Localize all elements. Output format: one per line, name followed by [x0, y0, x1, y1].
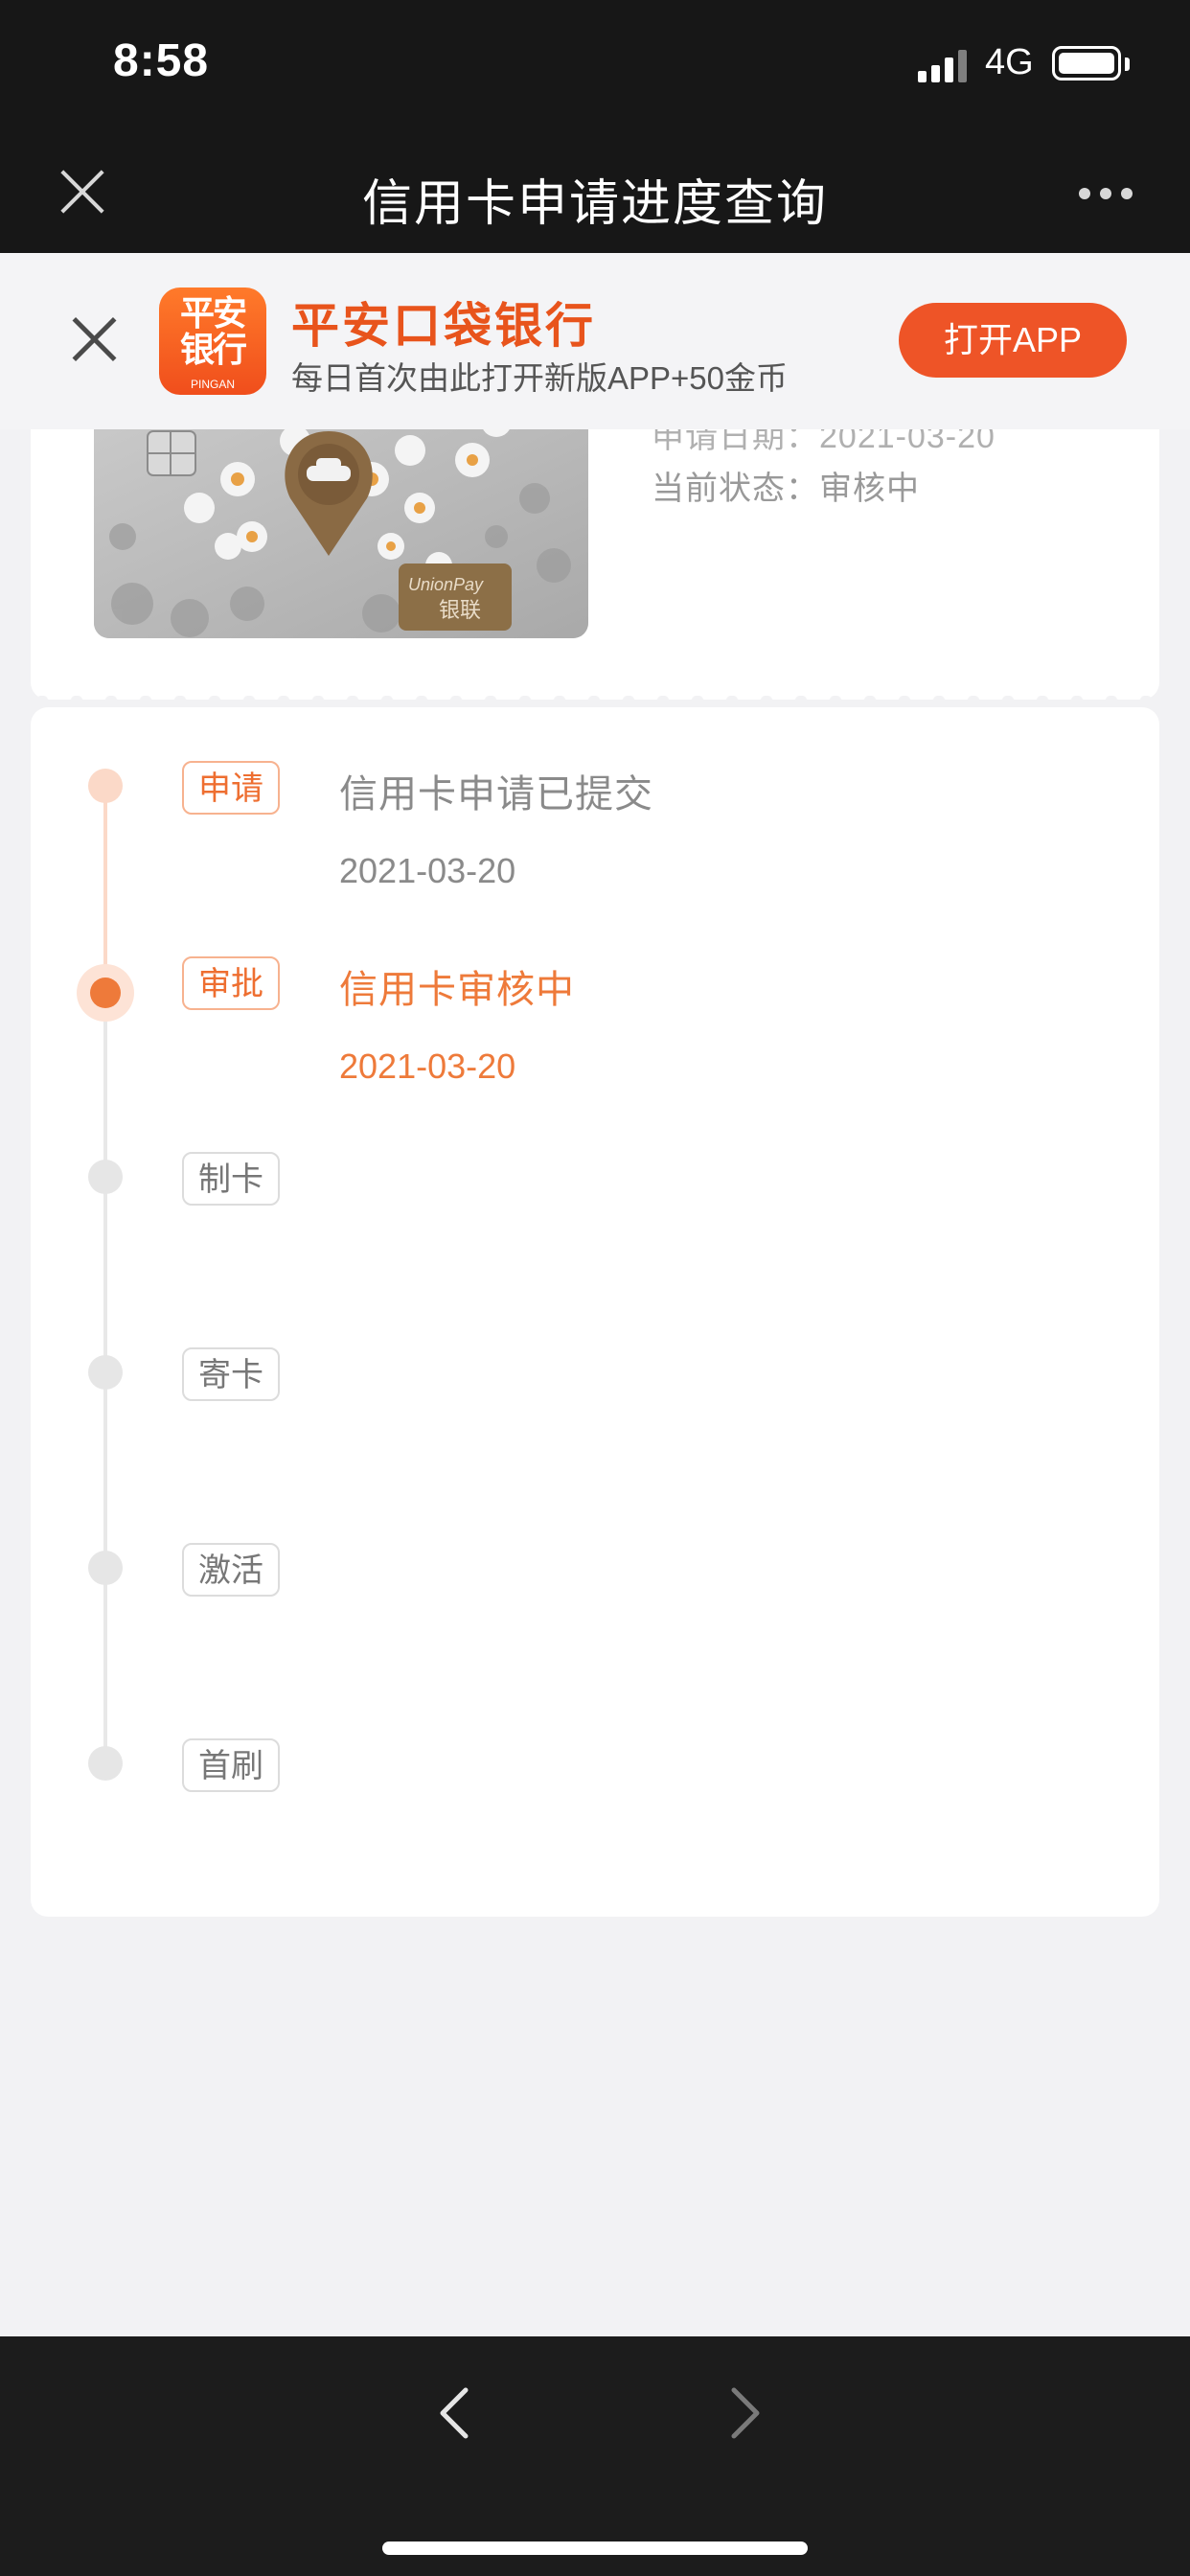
timeline-dot-pending	[88, 1160, 123, 1194]
status-time: 8:58	[113, 35, 210, 86]
open-app-button[interactable]: 打开APP	[899, 303, 1127, 378]
timeline-dot-done	[88, 769, 123, 803]
battery-tip	[1125, 58, 1130, 71]
credit-card-image: UnionPay 银联	[94, 422, 588, 638]
step-tag-first-swipe: 首刷	[182, 1738, 280, 1792]
timeline-dot-pending	[88, 1746, 123, 1781]
svg-text:银联: 银联	[439, 599, 481, 623]
browser-toolbar	[0, 2336, 1190, 2576]
network-type: 4G	[985, 42, 1034, 82]
timeline-dot-current	[90, 978, 121, 1008]
battery-icon	[1052, 46, 1121, 80]
more-icon[interactable]	[1079, 188, 1136, 201]
forward-arrow-icon[interactable]	[715, 2384, 772, 2442]
timeline-dot-pending	[88, 1551, 123, 1585]
timeline-line-completed	[103, 788, 107, 993]
svg-text:UnionPay: UnionPay	[408, 575, 484, 594]
app-name: 平安口袋银行	[291, 299, 596, 353]
back-arrow-icon[interactable]	[427, 2384, 485, 2442]
banner-close-icon[interactable]	[71, 316, 117, 362]
progress-timeline	[31, 707, 1159, 1917]
home-indicator	[382, 2542, 808, 2555]
signal-icon	[918, 50, 970, 82]
step-date-apply: 2021-03-20	[339, 851, 516, 890]
step-date-approve: 2021-03-20	[339, 1046, 516, 1086]
pingan-app-logo: 平安银行 PINGAN	[159, 288, 266, 395]
timeline-dot-pending	[88, 1355, 123, 1390]
step-tag-activate: 激活	[182, 1543, 280, 1597]
page-title: 信用卡申请进度查询	[361, 176, 828, 232]
application-status: 当前状态：审核中	[652, 471, 920, 507]
step-tag-approve: 审批	[182, 956, 280, 1010]
step-title-approve: 信用卡审核中	[339, 969, 575, 1011]
app-promo-text: 每日首次由此打开新版APP+50金币	[291, 360, 789, 396]
app-download-banner: 平安银行 PINGAN 平安口袋银行 每日首次由此打开新版APP+50金币 打开…	[0, 253, 1190, 429]
step-tag-make-card: 制卡	[182, 1152, 280, 1206]
step-tag-mail-card: 寄卡	[182, 1347, 280, 1401]
step-title-apply: 信用卡申请已提交	[339, 773, 653, 816]
ticket-divider	[31, 696, 1159, 707]
step-tag-apply: 申请	[182, 761, 280, 815]
status-bar: 8:58 4G	[0, 0, 1190, 134]
nav-bar: 信用卡申请进度查询	[0, 134, 1190, 253]
